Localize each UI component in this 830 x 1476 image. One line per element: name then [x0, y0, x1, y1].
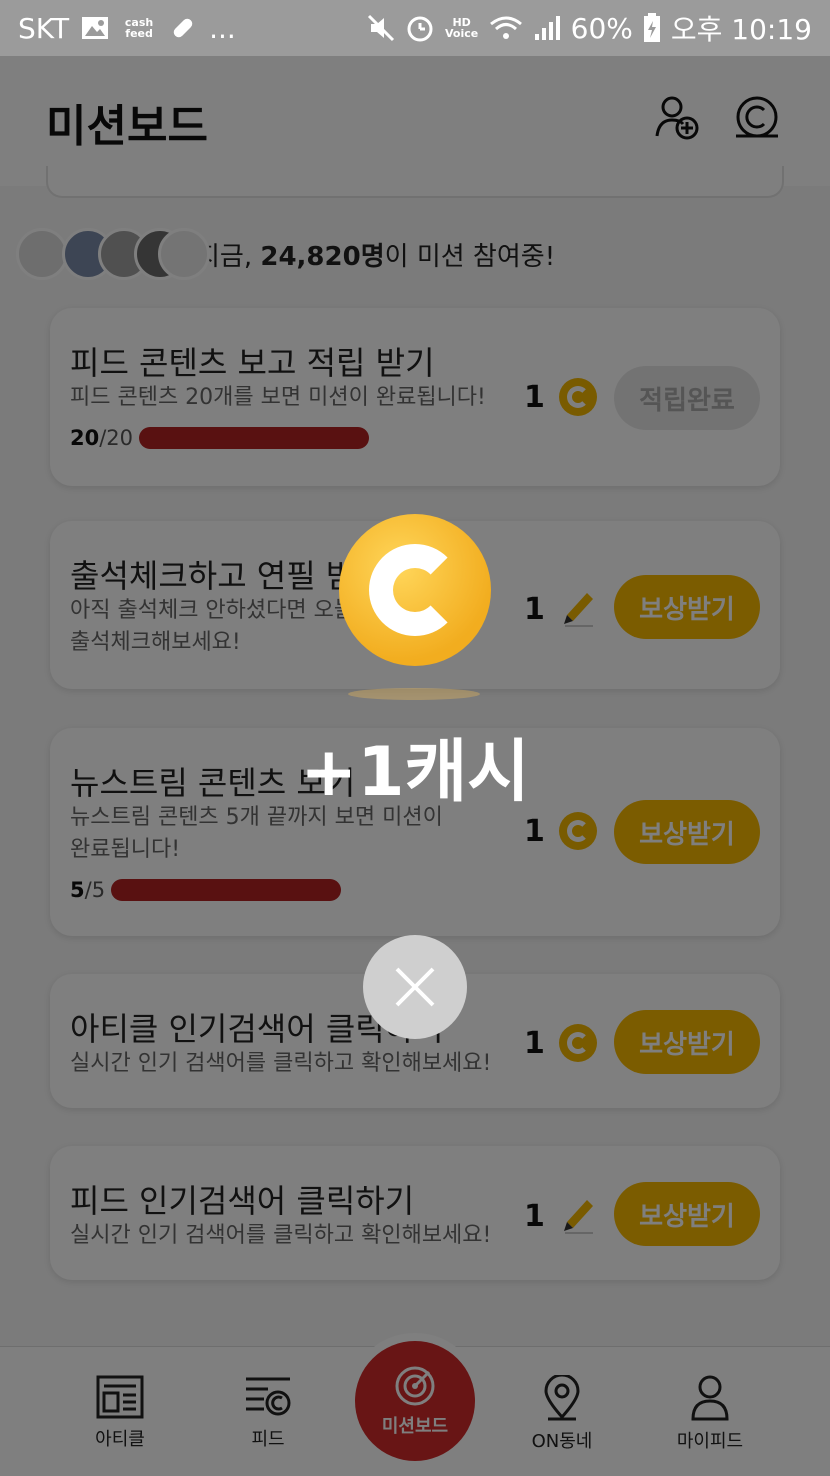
reward-popup-text: +1캐시: [300, 733, 530, 812]
pill-icon: [169, 14, 197, 42]
coin-icon: [339, 514, 491, 666]
battery-icon: [643, 13, 661, 43]
image-icon: [81, 16, 109, 40]
clock: 오후 10:19: [670, 13, 812, 46]
close-icon: [395, 967, 435, 1007]
coin-shadow: [348, 688, 480, 700]
battery-percent: 60%: [570, 11, 633, 45]
status-bar: SKT cash feed ... HD Voice 60% 오후 10:19: [0, 0, 830, 56]
mute-icon: [367, 14, 395, 42]
carrier-label: SKT: [18, 11, 70, 45]
wifi-icon: [489, 14, 523, 42]
hd-voice-label: HD Voice: [445, 16, 479, 40]
signal-icon: [533, 14, 561, 42]
close-button[interactable]: [363, 935, 467, 1039]
cashfeed-label: cash feed: [124, 16, 154, 40]
alarm-icon: [405, 13, 435, 43]
more-notifications: ...: [209, 11, 236, 45]
